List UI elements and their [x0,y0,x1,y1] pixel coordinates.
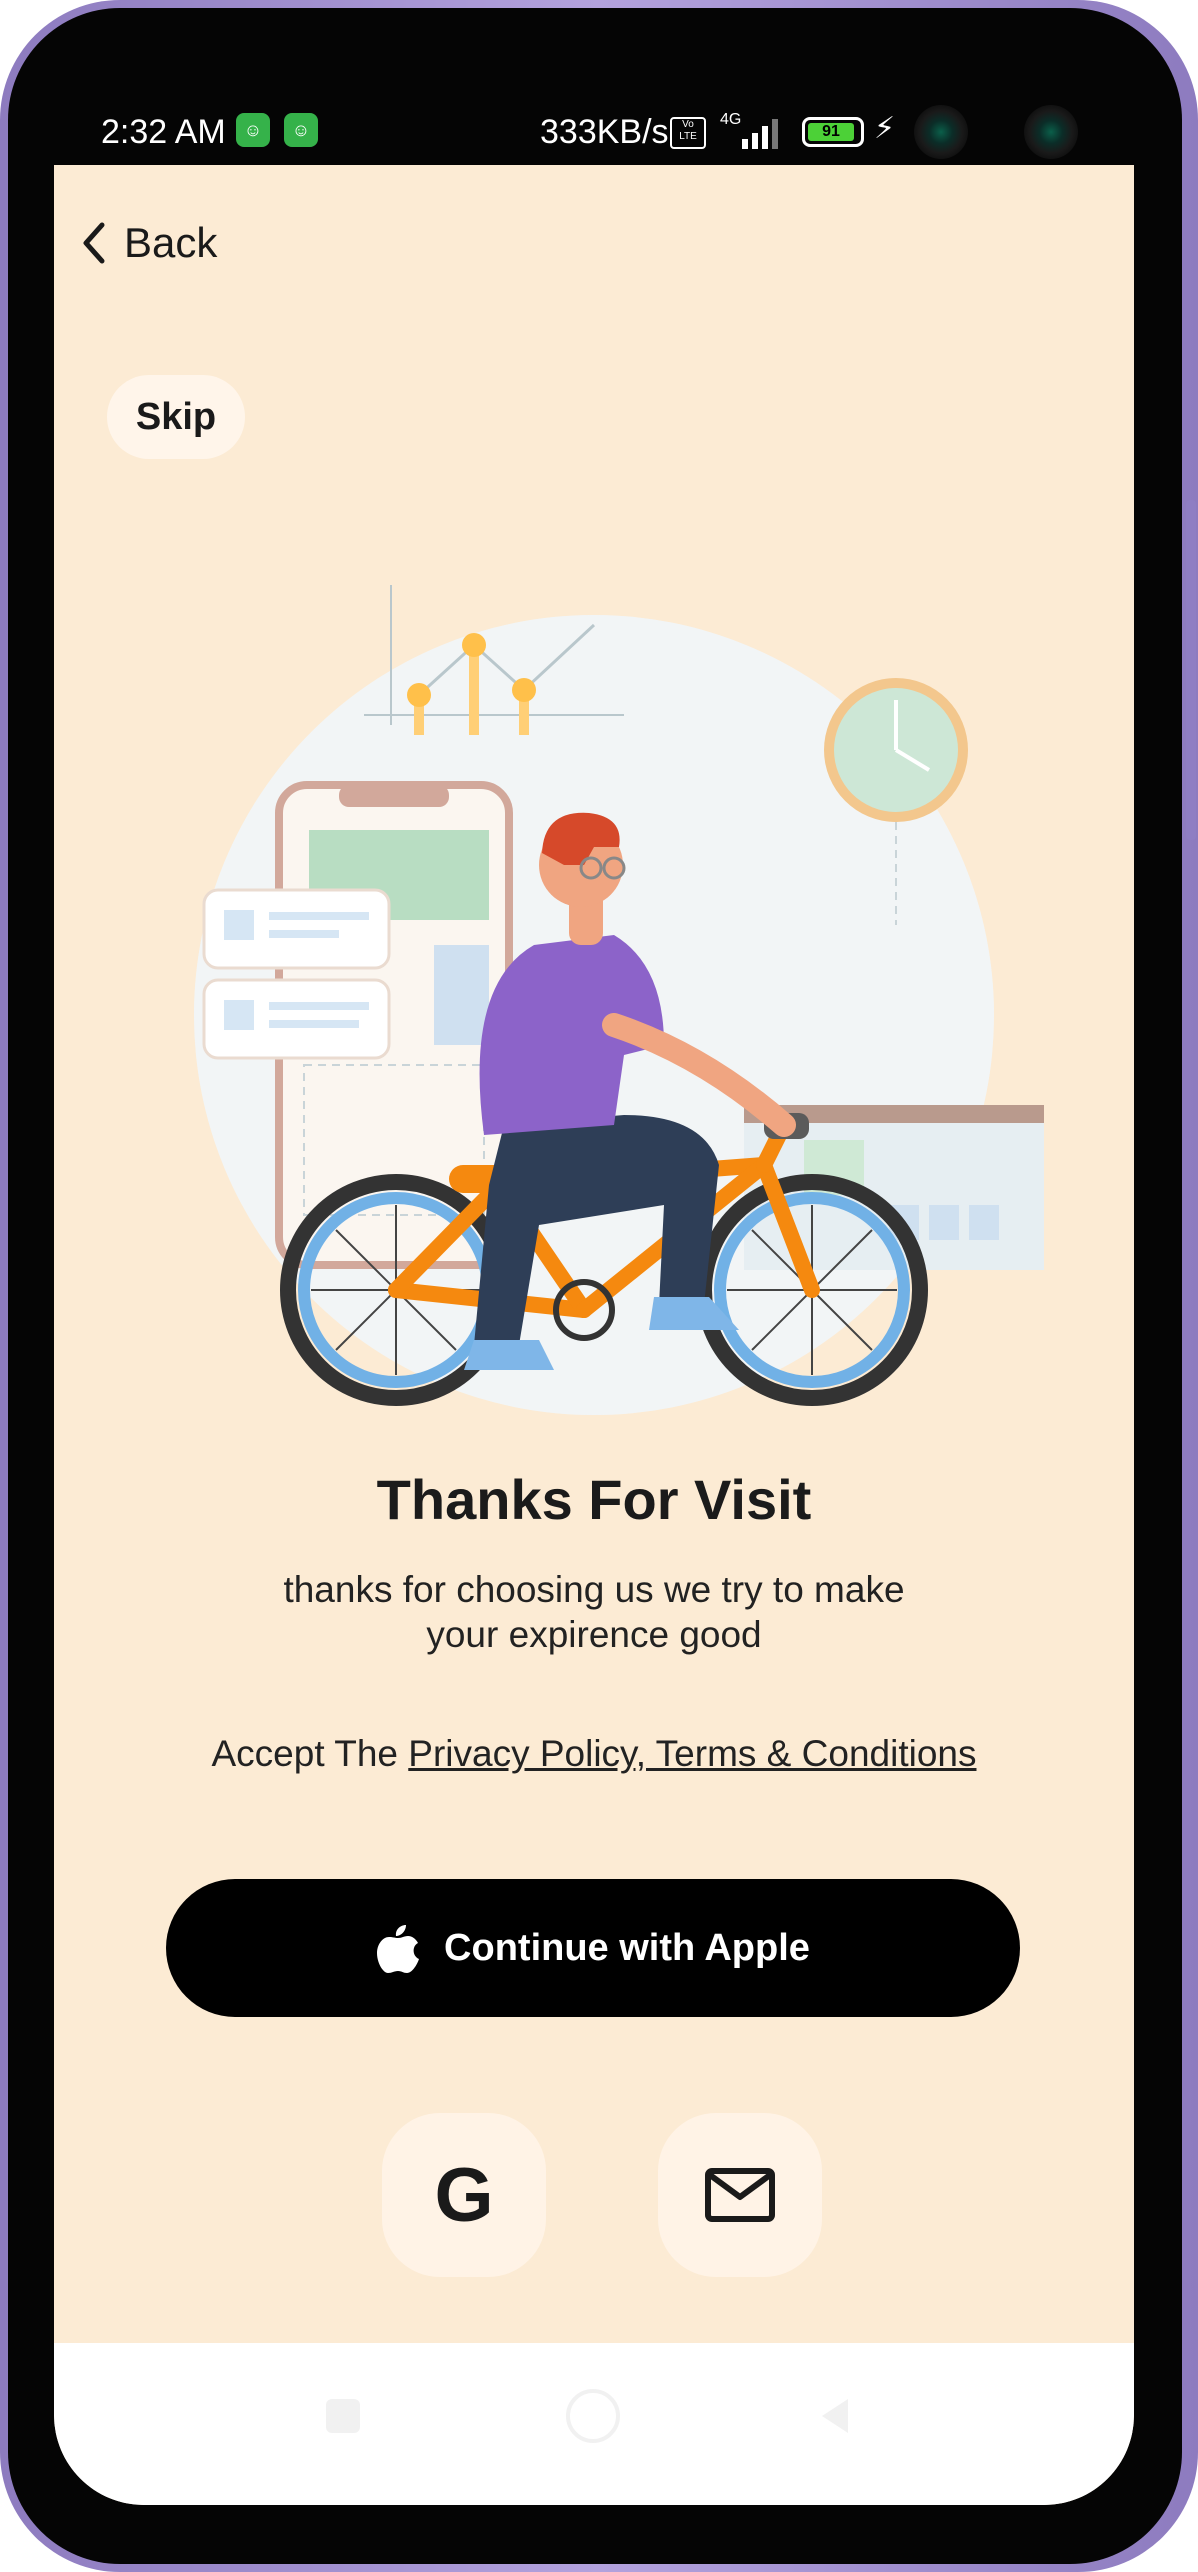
network-speed: 333KB/s [540,113,669,151]
charging-icon: ⚡ [874,112,896,145]
google-icon: G [434,2152,494,2238]
app-notification-icon: ☺ [236,113,270,147]
battery-icon: 91 [802,117,864,147]
page-subtitle: thanks for choosing us we try to make yo… [283,1569,905,1655]
front-camera [1024,105,1078,159]
apple-icon [377,1925,420,1973]
continue-with-apple-button[interactable]: Continue with Apple [166,1879,1020,2017]
app-screen: Back Skip Thanks For Visit thanks for ch… [54,165,1134,2505]
privacy-terms-link[interactable]: Privacy Policy, Terms & Conditions [408,1733,976,1774]
status-bar: 2:32 AM ☺ ☺ 333KB/s Vo LTE 4G 91 ⚡ [56,105,1136,165]
mail-icon [705,2168,775,2222]
apple-button-label: Continue with Apple [444,1926,810,1969]
side-button [1186,500,1196,840]
front-camera [914,105,968,159]
back-button[interactable]: Back [80,213,217,273]
skip-button[interactable]: Skip [107,375,245,459]
volte-icon: Vo LTE [670,117,706,149]
terms-prefix: Accept The [211,1733,409,1774]
battery-level: 91 [808,123,854,141]
status-time: 2:32 AM [101,113,226,151]
signal-icon [742,119,778,149]
email-signin-button[interactable] [658,2113,822,2277]
cyclist-illustration [194,585,1044,1415]
google-signin-button[interactable]: G [382,2113,546,2277]
terms-text: Accept The Privacy Policy, Terms & Condi… [54,1733,1134,1775]
back-triangle-icon[interactable] [818,2397,852,2435]
chevron-left-icon [83,222,105,264]
recent-apps-icon[interactable] [326,2399,360,2433]
app-notification-icon: ☺ [284,113,318,147]
back-label: Back [124,219,218,266]
home-icon[interactable] [566,2389,620,2443]
system-nav-bar [54,2343,1134,2505]
page-title: Thanks For Visit [376,1468,812,1531]
